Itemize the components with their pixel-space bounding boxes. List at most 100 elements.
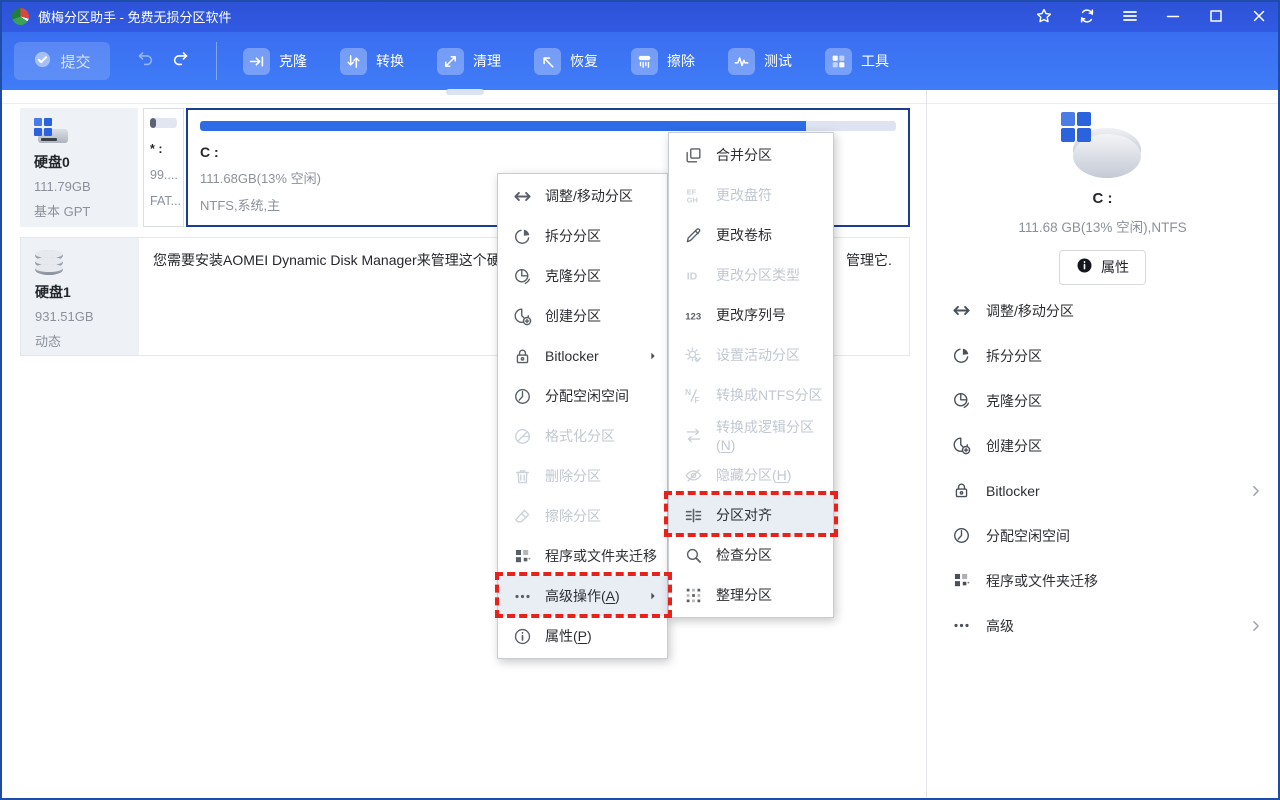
drive-letter-icon: EFGH [683, 185, 703, 205]
submenu-item-hide-partition[interactable]: 隐藏分区(H) [669, 455, 833, 495]
submenu-item-defrag-partition[interactable]: 整理分区 [669, 575, 833, 615]
menu-item-delete-partition[interactable]: 删除分区 [498, 456, 667, 496]
partition-size: 99.... [150, 168, 177, 182]
disk0-size: 111.79GB [34, 179, 124, 194]
submenu-item-check-partition[interactable]: 检查分区 [669, 535, 833, 575]
disk1-card[interactable]: 硬盘1 931.51GB 动态 [21, 238, 139, 355]
partition-usage-bar [200, 121, 896, 131]
titlebar-icons [1035, 7, 1268, 25]
context-menu: 调整/移动分区 拆分分区 克隆分区 创建分区 Bitlocker 分配空闲空间 [497, 173, 668, 659]
submenu-item-convert-to-logical[interactable]: 转换成逻辑分区(N) [669, 415, 833, 455]
split-partition-icon [951, 346, 971, 366]
defrag-icon [683, 585, 703, 605]
recover-icon [534, 48, 561, 75]
submit-button[interactable]: 提交 [14, 42, 110, 80]
menu-item-split-partition[interactable]: 拆分分区 [498, 216, 667, 256]
resize-move-icon [951, 301, 971, 321]
undo-icon[interactable] [136, 49, 155, 73]
toolbar-button-convert[interactable]: 转换 [340, 48, 404, 75]
clean-icon [437, 48, 464, 75]
panel-action-clone-partition[interactable]: 克隆分区 [927, 378, 1278, 423]
ellipsis-icon [951, 616, 971, 636]
eraser-icon [512, 506, 532, 526]
undo-redo-group [136, 49, 190, 73]
submenu-item-set-active-partition[interactable]: 设置活动分区 [669, 335, 833, 375]
menu-item-app-migration[interactable]: 程序或文件夹迁移 [498, 536, 667, 576]
toolbar-button-wipe[interactable]: 擦除 [631, 48, 695, 75]
submenu-item-change-drive-letter[interactable]: EFGH 更改盘符 [669, 175, 833, 215]
toolbar-button-test[interactable]: 测试 [728, 48, 792, 75]
submenu-item-merge-partitions[interactable]: 合并分区 [669, 135, 833, 175]
close-icon[interactable] [1250, 7, 1268, 25]
panel-action-app-migration[interactable]: 程序或文件夹迁移 [927, 558, 1278, 603]
svg-text:F: F [694, 394, 699, 404]
submenu-item-change-partition-type[interactable]: ID 更改分区类型 [669, 255, 833, 295]
partition-label: * : [150, 142, 177, 156]
minimize-icon[interactable] [1164, 7, 1182, 25]
refresh-icon[interactable] [1078, 7, 1096, 25]
volume-summary: C : 111.68 GB(13% 空闲),NTFS 属性 [927, 90, 1278, 285]
menu-item-resize-move-partition[interactable]: 调整/移动分区 [498, 176, 667, 216]
toolbar-separator [216, 42, 217, 80]
align-icon [683, 505, 703, 525]
resize-move-icon [512, 186, 532, 206]
submenu-item-convert-to-ntfs[interactable]: NF 转换成NTFS分区 [669, 375, 833, 415]
trash-icon [512, 466, 532, 486]
menu-item-allocate-free-space[interactable]: 分配空闲空间 [498, 376, 667, 416]
submenu-item-change-volume-label[interactable]: 更改卷标 [669, 215, 833, 255]
panel-action-split-partition[interactable]: 拆分分区 [927, 333, 1278, 378]
menu-item-clone-partition[interactable]: 克隆分区 [498, 256, 667, 296]
disk0-name: 硬盘0 [34, 152, 124, 172]
panel-action-allocate-free-space[interactable]: 分配空闲空间 [927, 513, 1278, 558]
menu-item-create-partition[interactable]: 创建分区 [498, 296, 667, 336]
search-icon [683, 545, 703, 565]
clone-icon [243, 48, 270, 75]
panel-action-resize-move-partition[interactable]: 调整/移动分区 [927, 288, 1278, 333]
toolbar-button-tools[interactable]: 工具 [825, 48, 889, 75]
right-panel-actions: 调整/移动分区 拆分分区 克隆分区 创建分区 Bitlocker 分配空闲空间 … [927, 288, 1278, 648]
toolbar-button-clone[interactable]: 克隆 [243, 48, 307, 75]
info-filled-icon [1076, 257, 1093, 277]
partition-cell-system-reserved[interactable]: * : 99.... FAT... [143, 108, 184, 227]
submenu-item-partition-alignment[interactable]: 分区对齐 [669, 495, 833, 535]
lock-icon [512, 346, 532, 366]
submenu-item-change-serial-number[interactable]: 123 更改序列号 [669, 295, 833, 335]
svg-text:GH: GH [686, 195, 697, 204]
favorite-star-icon[interactable] [1035, 7, 1053, 25]
clock-icon [512, 386, 532, 406]
menu-item-properties[interactable]: 属性(P) [498, 616, 667, 656]
toolbar: 提交 克隆 转换 清理 恢复 擦除 测试 工具 [0, 32, 1280, 90]
toolbar-button-clean[interactable]: 清理 [437, 48, 501, 75]
volume-disk-icon [1061, 112, 1145, 178]
app-migrate-icon [512, 546, 532, 566]
app-migrate-icon [951, 571, 971, 591]
menu-item-wipe-partition[interactable]: 擦除分区 [498, 496, 667, 536]
panel-action-advanced[interactable]: 高级 [927, 603, 1278, 648]
menu-item-format-partition[interactable]: 格式化分区 [498, 416, 667, 456]
toolbar-button-recover[interactable]: 恢复 [534, 48, 598, 75]
clone-partition-icon [951, 391, 971, 411]
panel-action-bitlocker[interactable]: Bitlocker [927, 468, 1278, 513]
create-partition-icon [951, 436, 971, 456]
maximize-icon[interactable] [1207, 7, 1225, 25]
tools-icon [825, 48, 852, 75]
volume-info: 111.68 GB(13% 空闲),NTFS [927, 216, 1278, 236]
hamburger-menu-icon[interactable] [1121, 7, 1139, 25]
collapse-handle[interactable] [446, 89, 484, 95]
check-circle-icon [33, 50, 52, 73]
disk1-name: 硬盘1 [35, 282, 125, 302]
create-partition-icon [512, 306, 532, 326]
redo-icon[interactable] [171, 49, 190, 73]
pencil-icon [683, 225, 703, 245]
disk0-card[interactable]: 硬盘0 111.79GB 基本 GPT [20, 108, 138, 227]
ellipsis-icon [512, 586, 532, 606]
disk1-type: 动态 [35, 331, 125, 350]
clock-icon [951, 526, 971, 546]
properties-button[interactable]: 属性 [1059, 250, 1146, 285]
swap-arrows-icon [683, 425, 703, 445]
lock-icon [951, 481, 971, 501]
menu-item-bitlocker[interactable]: Bitlocker [498, 336, 667, 376]
disk1-size: 931.51GB [35, 309, 125, 324]
menu-item-advanced-operations[interactable]: 高级操作(A) [498, 576, 667, 616]
panel-action-create-partition[interactable]: 创建分区 [927, 423, 1278, 468]
